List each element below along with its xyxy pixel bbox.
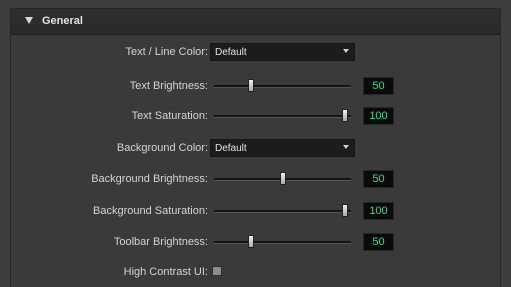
high-contrast-ui-row: High Contrast UI: [11, 262, 500, 282]
toolbar-brightness-row: Toolbar Brightness: 50 [11, 232, 500, 252]
background-saturation-label: Background Saturation: [93, 205, 208, 217]
slider-track [214, 115, 351, 118]
high-contrast-ui-label: High Contrast UI: [123, 266, 208, 278]
background-brightness-row: Background Brightness: 50 [11, 169, 500, 189]
text-saturation-value[interactable]: 100 [363, 107, 394, 125]
background-saturation-value[interactable]: 100 [363, 202, 394, 220]
background-saturation-row: Background Saturation: 100 [11, 201, 500, 221]
high-contrast-ui-checkbox[interactable] [212, 266, 222, 276]
text-brightness-row: Text Brightness: 50 [11, 76, 500, 96]
slider-track [214, 241, 351, 244]
chevron-down-icon [343, 145, 349, 149]
background-color-row: Background Color: Default [11, 138, 500, 158]
slider-thumb[interactable] [342, 204, 348, 217]
section-header[interactable]: General [11, 9, 500, 35]
text-saturation-label: Text Saturation: [131, 110, 208, 122]
background-color-dropdown[interactable]: Default [210, 139, 355, 157]
section-title: General [42, 15, 83, 27]
slider-track [214, 85, 351, 88]
text-line-color-label: Text / Line Color: [125, 46, 208, 58]
background-brightness-label: Background Brightness: [91, 173, 208, 185]
text-saturation-row: Text Saturation: 100 [11, 106, 500, 126]
text-brightness-value[interactable]: 50 [363, 77, 394, 95]
background-color-value: Default [215, 143, 247, 154]
background-brightness-value[interactable]: 50 [363, 170, 394, 188]
background-color-label: Background Color: [116, 142, 208, 154]
toolbar-brightness-label: Toolbar Brightness: [113, 236, 208, 248]
slider-thumb[interactable] [248, 79, 255, 92]
toolbar-brightness-slider[interactable] [214, 232, 351, 252]
slider-track [214, 210, 351, 213]
text-line-color-dropdown[interactable]: Default [210, 43, 355, 61]
general-panel: General Text / Line Color: Default Text … [10, 8, 501, 287]
text-brightness-label: Text Brightness: [129, 80, 208, 92]
text-line-color-row: Text / Line Color: Default [11, 42, 500, 62]
toolbar-brightness-value[interactable]: 50 [363, 233, 394, 251]
text-line-color-value: Default [215, 47, 247, 58]
text-brightness-slider[interactable] [214, 76, 351, 96]
text-saturation-slider[interactable] [214, 106, 351, 126]
collapse-arrow-icon[interactable] [25, 17, 33, 24]
slider-thumb[interactable] [342, 109, 348, 122]
background-saturation-slider[interactable] [214, 201, 351, 221]
chevron-down-icon [343, 49, 349, 53]
slider-thumb[interactable] [279, 172, 286, 185]
background-brightness-slider[interactable] [214, 169, 351, 189]
slider-thumb[interactable] [248, 235, 255, 248]
